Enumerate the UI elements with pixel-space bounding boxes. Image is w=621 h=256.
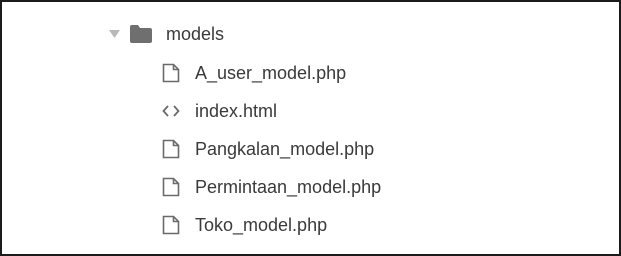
caret-down-icon[interactable] bbox=[108, 28, 120, 40]
file-icon bbox=[162, 139, 180, 159]
tree-file-item[interactable]: A_user_model.php bbox=[162, 54, 346, 92]
file-tree-panel: models A_user_model.php index.html Pangk… bbox=[0, 0, 621, 256]
file-label: Pangkalan_model.php bbox=[195, 139, 375, 159]
code-icon bbox=[162, 101, 180, 121]
file-label: Toko_model.php bbox=[195, 215, 328, 235]
file-label: Permintaan_model.php bbox=[195, 177, 382, 197]
file-label: index.html bbox=[195, 101, 278, 121]
folder-label: models bbox=[166, 24, 225, 44]
tree-file-item[interactable]: Toko_model.php bbox=[162, 206, 327, 244]
tree-file-item[interactable]: index.html bbox=[162, 92, 277, 130]
file-icon bbox=[162, 215, 180, 235]
tree-file-item[interactable]: Pangkalan_model.php bbox=[162, 130, 374, 168]
folder-icon bbox=[130, 25, 152, 43]
file-label: A_user_model.php bbox=[195, 63, 347, 83]
file-icon bbox=[162, 63, 180, 83]
tree-folder-models[interactable]: models bbox=[108, 15, 224, 53]
tree-file-item[interactable]: Permintaan_model.php bbox=[162, 168, 381, 206]
file-icon bbox=[162, 177, 180, 197]
